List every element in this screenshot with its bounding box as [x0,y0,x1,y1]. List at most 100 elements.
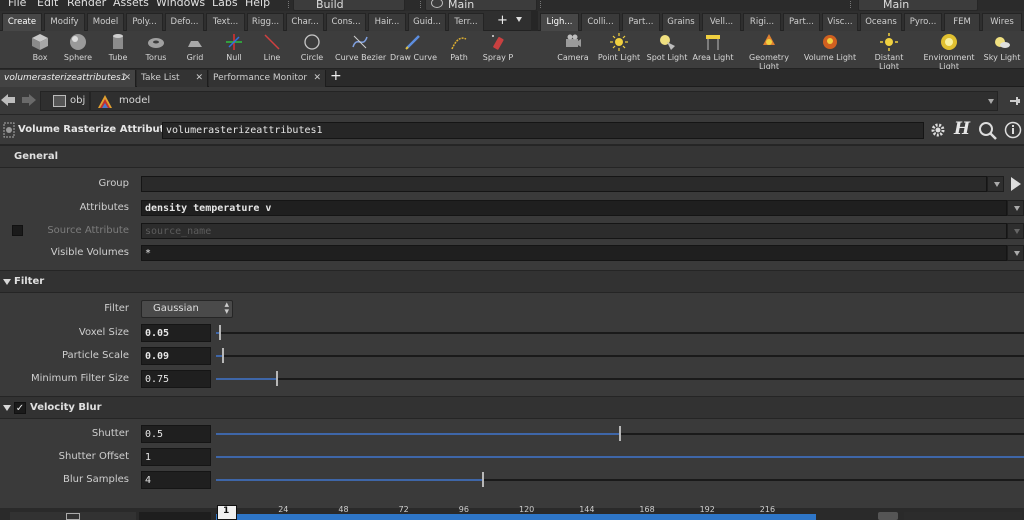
desktop-main-right-dropdown[interactable]: Main [858,0,978,11]
shelf-tab-left-0[interactable]: Create [2,13,42,31]
shelf-tab-left-2[interactable]: Model [87,13,124,31]
desktop-build-dropdown[interactable]: Build [293,0,405,11]
close-icon[interactable]: ✕ [123,70,131,86]
shelf-tool-sphere[interactable]: Sphere [60,33,96,62]
shelf-tab-right-10[interactable]: FEM [944,13,980,31]
shelf-tab-left-1[interactable]: Modify [44,13,85,31]
shelf-tool-path[interactable]: Path [444,33,474,62]
add-pane-tab-button[interactable]: + [330,68,342,84]
group-select-button[interactable] [1010,176,1022,195]
pin-button[interactable] [1008,94,1022,108]
shelf-tool-point-light[interactable]: Point Light [596,33,642,62]
shutter-offset-field[interactable]: 1 [141,448,211,466]
shelf-tab-left-8[interactable]: Cons... [326,13,366,31]
attributes-menu-button[interactable] [1007,200,1024,216]
realtime-toggle[interactable] [878,512,898,520]
group-menu-button[interactable] [987,176,1004,192]
slider-handle[interactable] [276,371,278,386]
shelf-tool-distant-light[interactable]: Distant Light [868,33,910,71]
shelf-tool-volume-light[interactable]: Volume Light [802,33,858,62]
shelf-tab-right-3[interactable]: Grains [662,13,700,31]
menu-assets[interactable]: Assets [113,0,149,9]
shelf-tool-geometry-light[interactable]: Geometry Light [745,33,793,71]
min-filter-size-slider[interactable] [216,371,1024,386]
group-field[interactable] [141,176,987,192]
shelf-tab-right-4[interactable]: Vell... [702,13,741,31]
timeline-range[interactable] [216,514,816,520]
shelf-add-tab-button[interactable]: + [488,13,528,31]
node-name-field[interactable]: volumerasterizeattributes1 [162,122,924,139]
shelf-tab-right-0[interactable]: Ligh... [540,13,579,31]
shelf-tool-line[interactable]: Line [258,33,286,62]
section-general[interactable]: General [0,145,1024,168]
info-button[interactable] [1004,121,1022,139]
particle-scale-slider[interactable] [216,348,1024,363]
timeline-end-controls[interactable] [904,512,1022,520]
shelf-tool-area-light[interactable]: Area Light [692,33,734,62]
shutter-field[interactable]: 0.5 [141,425,211,443]
blur-samples-slider[interactable] [216,472,1024,487]
shelf-tab-right-5[interactable]: Rigi... [743,13,781,31]
tab-volumerasterizeattributes1[interactable]: volumerasterizeattributes1 ✕ [0,70,136,87]
shutter-offset-slider[interactable] [216,456,1024,458]
playback-stop-icon[interactable] [66,513,80,520]
close-icon[interactable]: ✕ [195,70,203,86]
shelf-tab-left-7[interactable]: Char... [286,13,324,31]
shelf-tab-left-6[interactable]: Rigg... [247,13,284,31]
shelf-tab-left-5[interactable]: Text... [206,13,245,31]
attributes-field[interactable]: density temperature v [141,200,1007,216]
frame-field[interactable] [139,512,211,520]
shelf-tool-curve-bezier[interactable]: Curve Bezier [335,33,386,62]
shelf-tab-right-6[interactable]: Part... [783,13,820,31]
help-h-icon[interactable]: H [954,119,970,139]
tab-performance-monitor[interactable]: Performance Monitor ✕ [209,70,326,87]
path-model[interactable]: model [90,91,998,111]
node-settings-button[interactable] [929,121,947,139]
shelf-tool-spray-paint[interactable]: Spray P [482,33,514,62]
menu-labs[interactable]: Labs [212,0,238,9]
shelf-tab-left-11[interactable]: Terr... [448,13,484,31]
voxel-size-slider[interactable] [216,325,1024,340]
shelf-tab-right-8[interactable]: Oceans [860,13,902,31]
shelf-tool-sky-light[interactable]: Sky Light [982,33,1022,62]
menu-windows[interactable]: Windows [156,0,205,9]
slider-handle[interactable] [482,472,484,487]
path-obj[interactable]: obj [40,91,90,111]
shelf-tool-draw-curve[interactable]: Draw Curve [390,33,437,62]
shelf-tool-spot-light[interactable]: Spot Light [646,33,688,62]
shelf-tab-left-3[interactable]: Poly... [126,13,163,31]
shelf-tab-right-9[interactable]: Pyro... [904,13,942,31]
slider-handle[interactable] [219,325,221,340]
shelf-tool-environment-light[interactable]: Environment Light [920,33,978,71]
menu-edit[interactable]: Edit [37,0,58,9]
tab-take-list[interactable]: Take List ✕ [137,70,208,87]
close-icon[interactable]: ✕ [313,70,321,86]
shelf-tool-grid[interactable]: Grid [180,33,210,62]
velocity-blur-checkbox[interactable]: ✓ [14,402,26,414]
section-filter[interactable]: Filter [0,270,1024,293]
slider-handle[interactable] [222,348,224,363]
visible-volumes-menu-button[interactable] [1007,245,1024,261]
shelf-tab-left-4[interactable]: Defo... [165,13,204,31]
shelf-tab-right-1[interactable]: Colli... [581,13,620,31]
shelf-tab-left-10[interactable]: Guid... [408,13,446,31]
shelf-tab-right-11[interactable]: Wires [982,13,1022,31]
shelf-tab-right-7[interactable]: Visc... [822,13,858,31]
shelf-tool-tube[interactable]: Tube [104,33,132,62]
slider-handle[interactable] [619,426,621,441]
desktop-main-dropdown[interactable]: Main [425,0,537,11]
menu-render[interactable]: Render [67,0,106,9]
current-frame-marker[interactable]: 1 [217,505,237,520]
forward-button[interactable] [21,93,37,107]
shelf-tool-torus[interactable]: Torus [140,33,172,62]
filter-dropdown[interactable]: Gaussian ▴ ▾ [141,300,233,318]
min-filter-size-field[interactable]: 0.75 [141,370,211,388]
voxel-size-field[interactable]: 0.05 [141,324,211,342]
shelf-tool-null[interactable]: Null [218,33,250,62]
shelf-tool-camera[interactable]: Camera [554,33,592,62]
search-button[interactable] [978,121,998,141]
menu-file[interactable]: File [8,0,26,9]
back-button[interactable] [0,93,16,107]
shelf-tool-box[interactable]: Box [26,33,54,62]
section-velocity-blur[interactable]: ✓ Velocity Blur [0,396,1024,419]
